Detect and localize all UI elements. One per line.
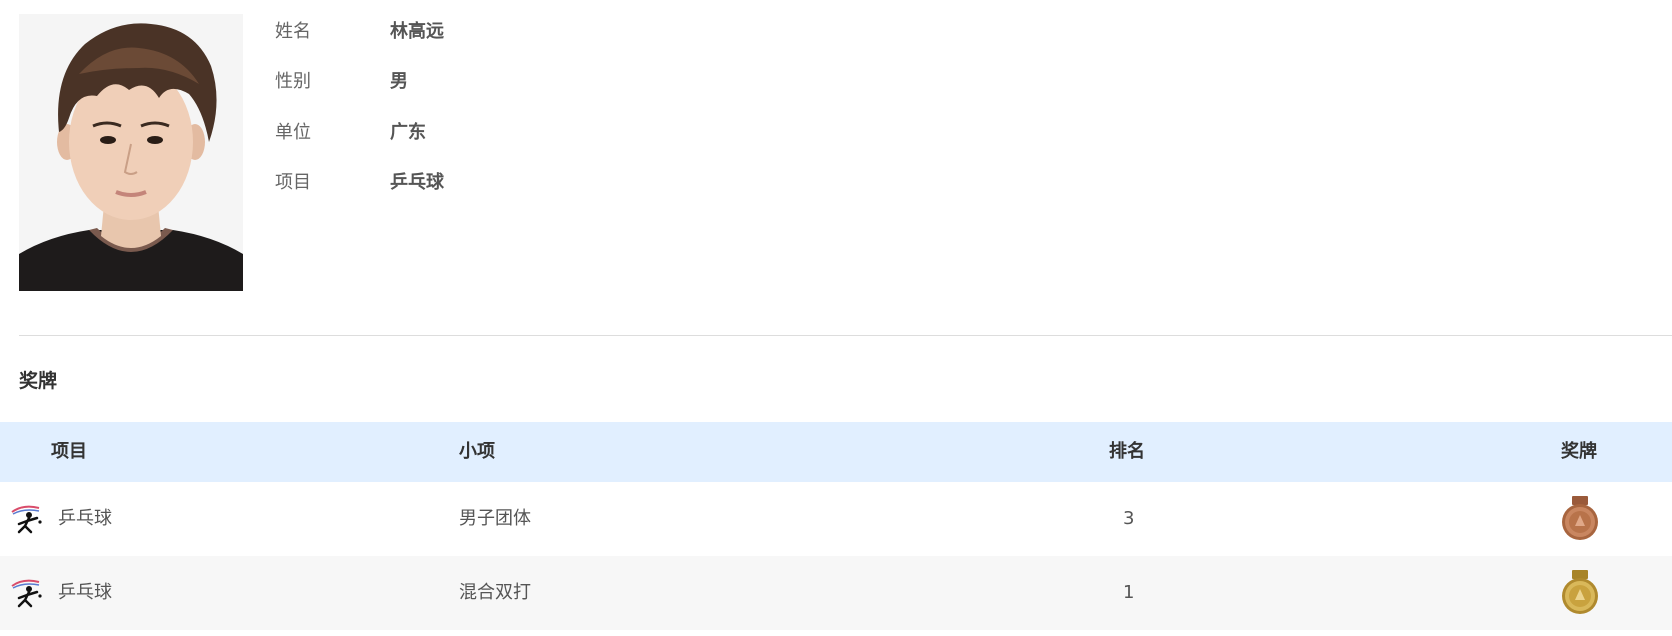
gold-medal-icon [1562,570,1598,614]
rank-cell: 3 [1123,508,1135,529]
event-cell: 混合双打 [459,582,531,603]
sport-cell: 乒乓球 [58,582,112,603]
column-header-rank: 排名 [1109,441,1145,462]
unit-label: 单位 [275,122,311,143]
name-label: 姓名 [275,21,311,42]
column-header-sport: 项目 [51,441,87,462]
section-divider [19,335,1672,336]
column-header-medal: 奖牌 [1561,441,1597,462]
medals-table-header: 项目 小项 排名 奖牌 [0,422,1672,482]
table-row[interactable]: 乒乓球 混合双打 1 [0,556,1672,630]
gender-value: 男 [390,71,408,92]
sport-cell: 乒乓球 [58,508,112,529]
rank-cell: 1 [1123,582,1135,603]
column-header-event: 小项 [459,441,495,462]
athlete-photo [19,14,243,291]
bronze-medal-icon [1562,496,1598,540]
athlete-portrait-image [19,14,243,291]
event-cell: 男子团体 [459,508,531,529]
sport-value: 乒乓球 [390,172,444,193]
table-tennis-icon [11,505,42,534]
unit-value: 广东 [390,122,426,143]
gender-label: 性别 [275,71,311,92]
athlete-profile-page: 姓名 林高远 性别 男 单位 广东 项目 乒乓球 奖牌 项目 小项 排名 奖牌 … [0,0,1672,636]
name-value: 林高远 [390,21,444,42]
medals-section-title: 奖牌 [19,370,58,392]
table-row[interactable]: 乒乓球 男子团体 3 [0,482,1672,556]
sport-label: 项目 [275,172,311,193]
table-tennis-icon [11,579,42,608]
